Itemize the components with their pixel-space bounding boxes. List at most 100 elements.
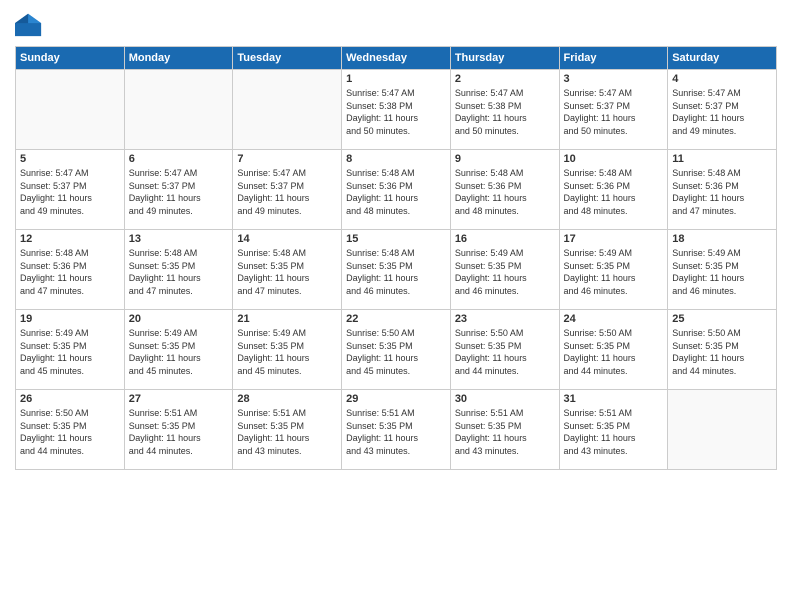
day-info: Sunrise: 5:48 AM Sunset: 5:35 PM Dayligh… bbox=[237, 247, 337, 297]
day-number: 9 bbox=[455, 153, 555, 165]
header bbox=[15, 10, 777, 38]
calendar-cell: 15 Sunrise: 5:48 AM Sunset: 5:35 PM Dayli… bbox=[342, 230, 451, 310]
calendar-cell: 8 Sunrise: 5:48 AM Sunset: 5:36 PM Daylig… bbox=[342, 150, 451, 230]
day-number: 7 bbox=[237, 153, 337, 165]
day-info: Sunrise: 5:51 AM Sunset: 5:35 PM Dayligh… bbox=[237, 407, 337, 457]
calendar-cell: 21Sunrise: 5:49 AM Sunset: 5:35 PM Dayli… bbox=[233, 310, 342, 390]
calendar-cell: 18Sunrise: 5:49 AM Sunset: 5:35 PM Dayli… bbox=[668, 230, 777, 310]
day-info: Sunrise: 5:47 AM Sunset: 5:37 PM Dayligh… bbox=[237, 167, 337, 217]
day-info: Sunrise: 5:49 AM Sunset: 5:35 PM Dayligh… bbox=[455, 247, 555, 297]
logo bbox=[15, 10, 47, 38]
day-number: 31 bbox=[564, 393, 664, 405]
day-number: 3 bbox=[564, 73, 664, 85]
day-info: Sunrise: 5:47 AM Sunset: 5:37 PM Dayligh… bbox=[564, 87, 664, 137]
calendar-week-row: 5 Sunrise: 5:47 AM Sunset: 5:37 PM Daylig… bbox=[16, 150, 777, 230]
day-info: Sunrise: 5:47 AM Sunset: 5:37 PM Dayligh… bbox=[672, 87, 772, 137]
day-number: 4 bbox=[672, 73, 772, 85]
calendar-cell: 6 Sunrise: 5:47 AM Sunset: 5:37 PM Daylig… bbox=[124, 150, 233, 230]
day-info: Sunrise: 5:51 AM Sunset: 5:35 PM Dayligh… bbox=[129, 407, 229, 457]
day-number: 6 bbox=[129, 153, 229, 165]
calendar-cell: 14 Sunrise: 5:48 AM Sunset: 5:35 PM Dayli… bbox=[233, 230, 342, 310]
calendar-cell bbox=[124, 70, 233, 150]
day-info: Sunrise: 5:48 AM Sunset: 5:35 PM Dayligh… bbox=[129, 247, 229, 297]
day-number: 24 bbox=[564, 313, 664, 325]
calendar-cell: 1 Sunrise: 5:47 AM Sunset: 5:38 PM Daylig… bbox=[342, 70, 451, 150]
page-container: SundayMondayTuesdayWednesdayThursdayFrid… bbox=[0, 0, 792, 480]
day-number: 15 bbox=[346, 233, 446, 245]
weekday-header: Saturday bbox=[668, 47, 777, 70]
day-info: Sunrise: 5:47 AM Sunset: 5:37 PM Dayligh… bbox=[129, 167, 229, 217]
weekday-header: Thursday bbox=[450, 47, 559, 70]
day-info: Sunrise: 5:51 AM Sunset: 5:35 PM Dayligh… bbox=[455, 407, 555, 457]
weekday-header: Friday bbox=[559, 47, 668, 70]
day-info: Sunrise: 5:50 AM Sunset: 5:35 PM Dayligh… bbox=[564, 327, 664, 377]
calendar-cell: 29 Sunrise: 5:51 AM Sunset: 5:35 PM Dayli… bbox=[342, 390, 451, 470]
calendar-cell: 27 Sunrise: 5:51 AM Sunset: 5:35 PM Dayli… bbox=[124, 390, 233, 470]
day-info: Sunrise: 5:48 AM Sunset: 5:36 PM Dayligh… bbox=[455, 167, 555, 217]
day-info: Sunrise: 5:50 AM Sunset: 5:35 PM Dayligh… bbox=[346, 327, 446, 377]
day-info: Sunrise: 5:47 AM Sunset: 5:37 PM Dayligh… bbox=[20, 167, 120, 217]
calendar-cell: 22 Sunrise: 5:50 AM Sunset: 5:35 PM Dayli… bbox=[342, 310, 451, 390]
calendar-week-row: 1 Sunrise: 5:47 AM Sunset: 5:38 PM Daylig… bbox=[16, 70, 777, 150]
day-number: 1 bbox=[346, 73, 446, 85]
calendar-cell: 31 Sunrise: 5:51 AM Sunset: 5:35 PM Dayli… bbox=[559, 390, 668, 470]
day-number: 28 bbox=[237, 393, 337, 405]
day-info: Sunrise: 5:49 AM Sunset: 5:35 PM Dayligh… bbox=[129, 327, 229, 377]
day-number: 20 bbox=[129, 313, 229, 325]
weekday-header: Sunday bbox=[16, 47, 125, 70]
calendar-cell bbox=[16, 70, 125, 150]
day-info: Sunrise: 5:49 AM Sunset: 5:35 PM Dayligh… bbox=[672, 247, 772, 297]
day-number: 5 bbox=[20, 153, 120, 165]
calendar-cell: 20 Sunrise: 5:49 AM Sunset: 5:35 PM Dayli… bbox=[124, 310, 233, 390]
calendar-cell: 9 Sunrise: 5:48 AM Sunset: 5:36 PM Daylig… bbox=[450, 150, 559, 230]
weekday-header: Monday bbox=[124, 47, 233, 70]
day-number: 25 bbox=[672, 313, 772, 325]
day-number: 12 bbox=[20, 233, 120, 245]
day-number: 23 bbox=[455, 313, 555, 325]
logo-icon bbox=[15, 10, 43, 38]
calendar-cell: 3 Sunrise: 5:47 AM Sunset: 5:37 PM Daylig… bbox=[559, 70, 668, 150]
calendar-table: SundayMondayTuesdayWednesdayThursdayFrid… bbox=[15, 46, 777, 470]
day-info: Sunrise: 5:49 AM Sunset: 5:35 PM Dayligh… bbox=[564, 247, 664, 297]
calendar-week-row: 12Sunrise: 5:48 AM Sunset: 5:36 PM Dayli… bbox=[16, 230, 777, 310]
day-info: Sunrise: 5:47 AM Sunset: 5:38 PM Dayligh… bbox=[346, 87, 446, 137]
day-number: 17 bbox=[564, 233, 664, 245]
weekday-header: Wednesday bbox=[342, 47, 451, 70]
calendar-cell: 19 Sunrise: 5:49 AM Sunset: 5:35 PM Dayli… bbox=[16, 310, 125, 390]
calendar-cell: 30 Sunrise: 5:51 AM Sunset: 5:35 PM Dayli… bbox=[450, 390, 559, 470]
day-info: Sunrise: 5:50 AM Sunset: 5:35 PM Dayligh… bbox=[455, 327, 555, 377]
calendar-week-row: 19 Sunrise: 5:49 AM Sunset: 5:35 PM Dayli… bbox=[16, 310, 777, 390]
calendar-cell: 16 Sunrise: 5:49 AM Sunset: 5:35 PM Dayli… bbox=[450, 230, 559, 310]
weekday-header: Tuesday bbox=[233, 47, 342, 70]
day-info: Sunrise: 5:51 AM Sunset: 5:35 PM Dayligh… bbox=[564, 407, 664, 457]
day-number: 22 bbox=[346, 313, 446, 325]
calendar-cell bbox=[233, 70, 342, 150]
day-info: Sunrise: 5:48 AM Sunset: 5:36 PM Dayligh… bbox=[346, 167, 446, 217]
day-number: 13 bbox=[129, 233, 229, 245]
day-info: Sunrise: 5:51 AM Sunset: 5:35 PM Dayligh… bbox=[346, 407, 446, 457]
day-number: 2 bbox=[455, 73, 555, 85]
day-info: Sunrise: 5:48 AM Sunset: 5:35 PM Dayligh… bbox=[346, 247, 446, 297]
day-number: 8 bbox=[346, 153, 446, 165]
day-number: 11 bbox=[672, 153, 772, 165]
day-number: 10 bbox=[564, 153, 664, 165]
day-info: Sunrise: 5:49 AM Sunset: 5:35 PM Dayligh… bbox=[237, 327, 337, 377]
day-number: 16 bbox=[455, 233, 555, 245]
calendar-cell: 10 Sunrise: 5:48 AM Sunset: 5:36 PM Dayli… bbox=[559, 150, 668, 230]
calendar-cell: 26 Sunrise: 5:50 AM Sunset: 5:35 PM Dayli… bbox=[16, 390, 125, 470]
day-info: Sunrise: 5:49 AM Sunset: 5:35 PM Dayligh… bbox=[20, 327, 120, 377]
day-info: Sunrise: 5:48 AM Sunset: 5:36 PM Dayligh… bbox=[672, 167, 772, 217]
calendar-cell: 25Sunrise: 5:50 AM Sunset: 5:35 PM Dayli… bbox=[668, 310, 777, 390]
day-number: 26 bbox=[20, 393, 120, 405]
day-number: 19 bbox=[20, 313, 120, 325]
day-number: 29 bbox=[346, 393, 446, 405]
day-number: 14 bbox=[237, 233, 337, 245]
calendar-cell: 7 Sunrise: 5:47 AM Sunset: 5:37 PM Daylig… bbox=[233, 150, 342, 230]
day-number: 30 bbox=[455, 393, 555, 405]
calendar-cell: 5 Sunrise: 5:47 AM Sunset: 5:37 PM Daylig… bbox=[16, 150, 125, 230]
day-info: Sunrise: 5:50 AM Sunset: 5:35 PM Dayligh… bbox=[20, 407, 120, 457]
calendar-week-row: 26 Sunrise: 5:50 AM Sunset: 5:35 PM Dayli… bbox=[16, 390, 777, 470]
day-number: 27 bbox=[129, 393, 229, 405]
day-info: Sunrise: 5:48 AM Sunset: 5:36 PM Dayligh… bbox=[564, 167, 664, 217]
day-info: Sunrise: 5:47 AM Sunset: 5:38 PM Dayligh… bbox=[455, 87, 555, 137]
